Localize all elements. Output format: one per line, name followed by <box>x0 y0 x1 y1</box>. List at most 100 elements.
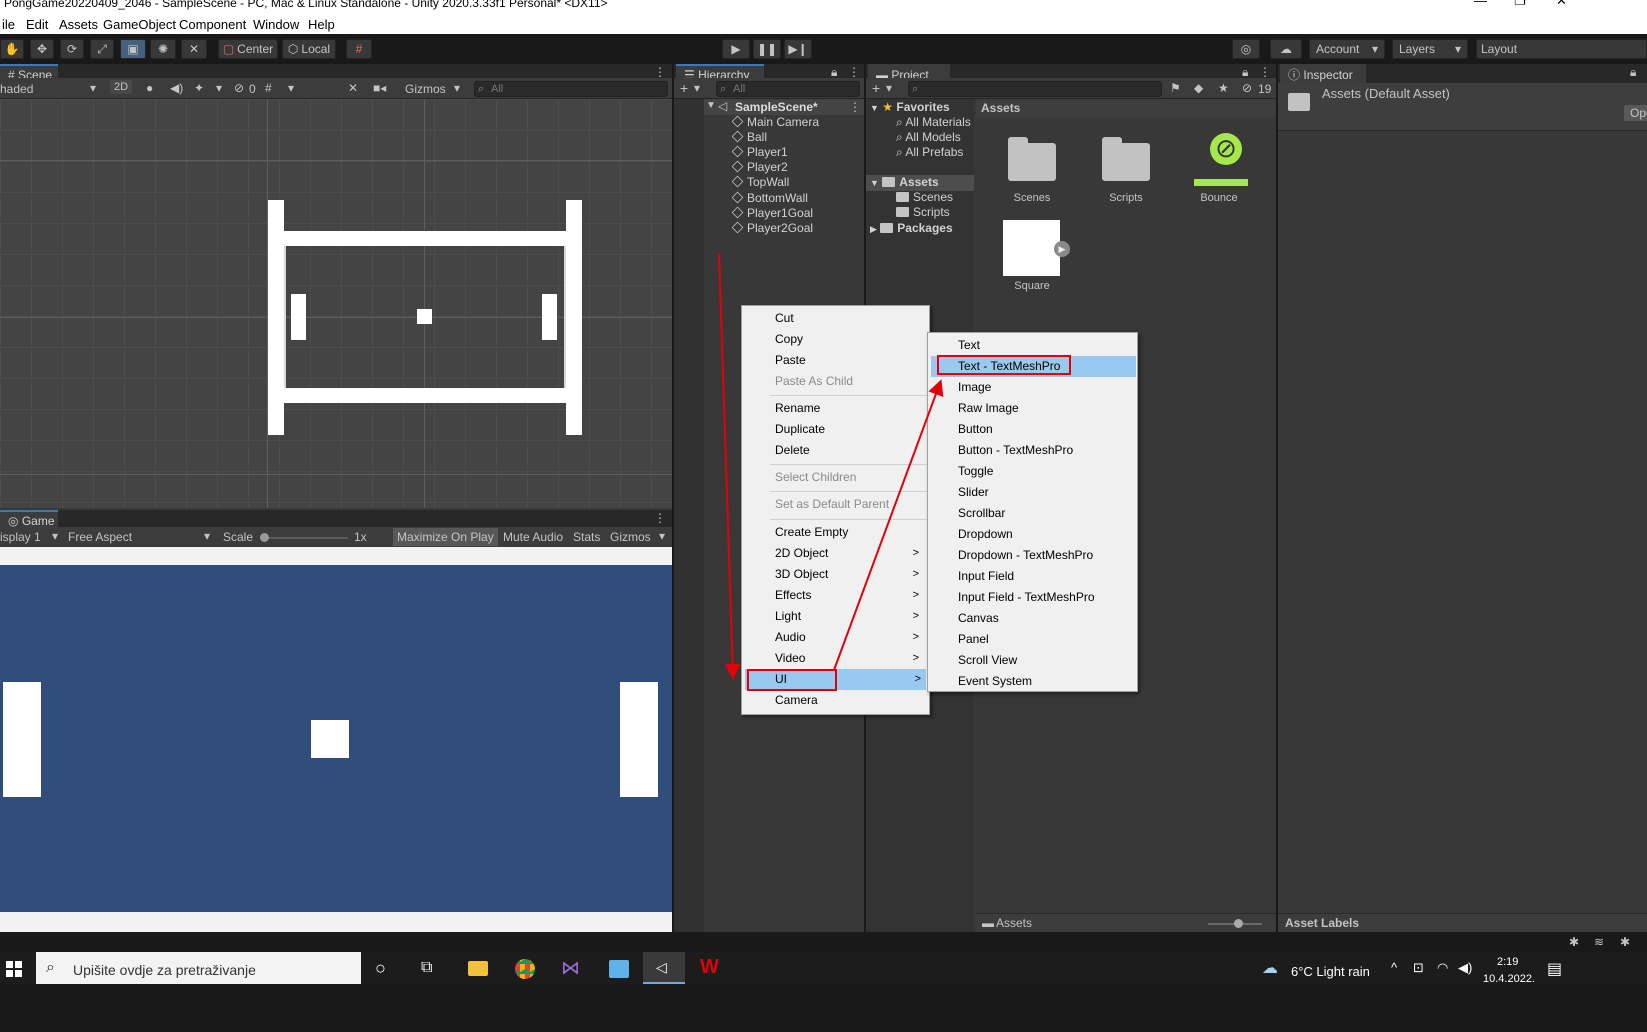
filter-type-icon[interactable]: ⚑ <box>1170 81 1181 95</box>
unity-taskbar-button[interactable]: ◁ <box>643 952 685 984</box>
hierarchy-item[interactable]: Ball <box>731 130 767 145</box>
restore-icon[interactable]: ❐ <box>1514 0 1526 7</box>
submenu-item-scroll-view[interactable]: Scroll View <box>928 650 1137 671</box>
menu-item-3d-object[interactable]: 3D Object > <box>742 564 929 585</box>
submenu-item-text[interactable]: Text <box>928 335 1137 356</box>
submenu-item-input-field-textmeshpro[interactable]: Input Field - TextMeshPro <box>928 587 1137 608</box>
tab-inspector[interactable]: ⓘ Inspector <box>1280 64 1366 83</box>
sprite-thumbnail[interactable] <box>1003 220 1060 276</box>
stats-toggle[interactable]: Stats <box>573 530 600 544</box>
create-plus-icon[interactable]: + <box>680 80 688 96</box>
taskbar-search-box[interactable]: ⌕ Upišite ovdje za pretraživanje <box>36 952 361 984</box>
breadcrumb-assets[interactable]: Assets <box>981 101 1020 115</box>
pivot-center-toggle[interactable]: ▢ Center <box>218 39 278 59</box>
submenu-item-image[interactable]: Image <box>928 377 1137 398</box>
menu-item-copy[interactable]: Copy <box>742 329 929 350</box>
wifi-icon[interactable]: ◠ <box>1437 960 1448 976</box>
menu-item-rename[interactable]: Rename <box>742 398 929 419</box>
photos-icon[interactable] <box>609 960 629 978</box>
bug-icon[interactable]: ✱ <box>1620 935 1630 949</box>
kebab-menu-icon[interactable]: ⋮ <box>654 65 666 79</box>
hand-tool-icon[interactable]: ✋ <box>0 39 24 59</box>
submenu-item-scrollbar[interactable]: Scrollbar <box>928 503 1137 524</box>
menu-item-camera[interactable]: Camera <box>742 690 929 711</box>
submenu-item-raw-image[interactable]: Raw Image <box>928 398 1137 419</box>
menu-edit[interactable]: Edit <box>26 17 48 32</box>
chevron-up-icon[interactable]: ^ <box>1391 960 1397 975</box>
hidden-packages-icon[interactable]: ⊘ <box>1242 81 1252 95</box>
mute-audio-toggle[interactable]: Mute Audio <box>503 530 563 544</box>
scene-search-input[interactable]: All <box>474 81 668 97</box>
menu-gameobject[interactable]: GameObject <box>103 17 176 32</box>
game-gizmos-dropdown[interactable]: Gizmos <box>610 530 651 544</box>
submenu-item-slider[interactable]: Slider <box>928 482 1137 503</box>
create-plus-icon[interactable]: + <box>872 80 880 96</box>
minimize-icon[interactable]: — <box>1474 0 1487 7</box>
pause-button[interactable]: ❚❚ <box>753 39 781 59</box>
submenu-item-dropdown[interactable]: Dropdown <box>928 524 1137 545</box>
close-icon[interactable]: ✕ <box>1556 0 1567 7</box>
scene-root-row[interactable]: ▼ ◁ SampleScene* ⋮ <box>704 99 864 115</box>
move-tool-icon[interactable]: ✥ <box>30 39 54 59</box>
folder-icon[interactable] <box>1102 137 1150 181</box>
transform-tool-icon[interactable]: ✺ <box>150 39 176 59</box>
collab-icon[interactable]: ◎ <box>1232 39 1260 59</box>
hierarchy-item[interactable]: TopWall <box>731 175 789 190</box>
submenu-item-toggle[interactable]: Toggle <box>928 461 1137 482</box>
menu-component[interactable]: Component <box>179 17 246 32</box>
assets-node[interactable]: ▼ Assets <box>870 175 939 189</box>
lock-icon[interactable]: 🔒︎ <box>1630 65 1636 80</box>
visual-studio-icon[interactable]: ⋈ <box>561 957 580 980</box>
favorite-star-icon[interactable]: ★ <box>1218 81 1229 95</box>
menu-window[interactable]: Window <box>253 17 299 32</box>
menu-file[interactable]: ile <box>2 17 15 32</box>
2d-toggle[interactable]: 2D <box>110 80 133 94</box>
notifications-icon[interactable]: ▤ <box>1547 959 1562 979</box>
favorite-item[interactable]: ⌕ All Models <box>896 130 961 145</box>
project-search-input[interactable] <box>908 81 1162 97</box>
cloud-icon[interactable]: ☁ <box>1270 39 1302 59</box>
menu-help[interactable]: Help <box>308 17 335 32</box>
expand-play-icon[interactable]: ▶ <box>1054 241 1070 257</box>
submenu-item-input-field[interactable]: Input Field <box>928 566 1137 587</box>
display-dropdown[interactable]: isplay 1 <box>0 530 41 544</box>
favorite-item[interactable]: ⌕ All Prefabs <box>896 145 963 160</box>
scale-slider[interactable] <box>262 537 348 539</box>
weather-text[interactable]: 6°C Light rain <box>1291 964 1370 979</box>
gizmos-dropdown[interactable]: Gizmos <box>405 82 446 96</box>
menu-item-paste[interactable]: Paste <box>742 350 929 371</box>
debug-icon[interactable]: ✱ <box>1569 935 1579 949</box>
meet-icon[interactable]: ⊡ <box>1413 960 1424 976</box>
scene-view[interactable] <box>0 99 672 508</box>
submenu-item-panel[interactable]: Panel <box>928 629 1137 650</box>
folder-icon[interactable] <box>1008 137 1056 181</box>
lighting-icon[interactable]: ● <box>146 81 153 95</box>
hierarchy-item[interactable]: BottomWall <box>731 191 808 206</box>
wps-office-icon[interactable]: W <box>700 956 719 979</box>
hierarchy-item[interactable]: Player2 <box>731 160 788 175</box>
physics-material-icon[interactable]: ⊘ <box>1210 133 1242 165</box>
camera-icon[interactable]: ■◂ <box>373 81 386 95</box>
hierarchy-item[interactable]: Player1Goal <box>731 206 813 221</box>
task-view-icon[interactable]: ⧉ <box>421 959 432 977</box>
packages-node[interactable]: ▶ Packages <box>870 221 953 235</box>
maximize-on-play-toggle[interactable]: Maximize On Play <box>393 528 498 546</box>
submenu-item-button[interactable]: Button <box>928 419 1137 440</box>
submenu-item-button-textmeshpro[interactable]: Button - TextMeshPro <box>928 440 1137 461</box>
account-dropdown[interactable]: Account ▾ <box>1309 39 1385 59</box>
menu-item-delete[interactable]: Delete <box>742 440 929 461</box>
hierarchy-item[interactable]: Main Camera <box>731 115 819 130</box>
icon-size-slider-handle[interactable] <box>1234 919 1243 928</box>
game-view[interactable] <box>0 565 672 912</box>
scale-slider-handle[interactable] <box>260 533 269 542</box>
shading-mode-dropdown[interactable]: haded <box>0 82 33 96</box>
kebab-menu-icon[interactable]: ⋮ <box>849 100 861 114</box>
hierarchy-item[interactable]: Player1 <box>731 145 788 160</box>
submenu-item-canvas[interactable]: Canvas <box>928 608 1137 629</box>
menu-item-effects[interactable]: Effects > <box>742 585 929 606</box>
kebab-menu-icon[interactable]: ⋮ <box>848 65 860 79</box>
cortana-icon[interactable]: ○ <box>375 958 386 979</box>
favorites-node[interactable]: ▼ ★ Favorites <box>870 100 950 114</box>
menu-item-duplicate[interactable]: Duplicate <box>742 419 929 440</box>
asset-folder-item[interactable]: Scenes <box>896 190 953 204</box>
